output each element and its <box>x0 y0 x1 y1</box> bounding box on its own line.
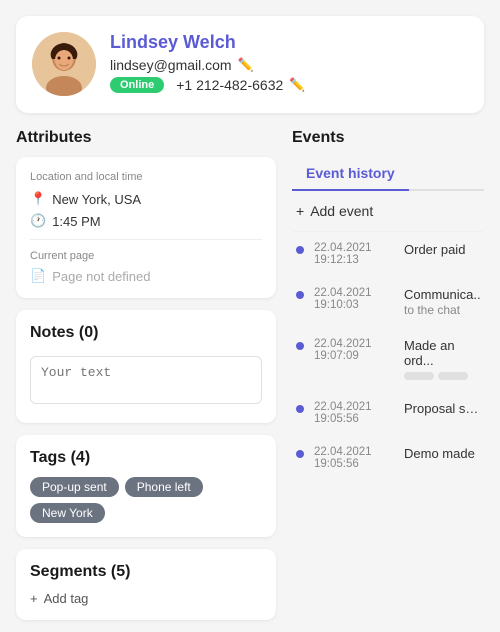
current-page-row: 📄 Page not defined <box>30 268 262 284</box>
avatar <box>32 32 96 96</box>
location-row: 📍 New York, USA <box>30 191 262 207</box>
plus-icon: + <box>30 591 38 606</box>
event-dot-4 <box>296 450 304 458</box>
profile-email: lindsey@gmail.com <box>110 57 232 73</box>
event-pill-b <box>438 372 468 380</box>
edit-phone-icon[interactable]: ✏️ <box>289 77 305 93</box>
event-desc-3: Proposal ser... <box>404 401 480 416</box>
event-pills-2 <box>404 372 480 380</box>
main-layout: Attributes Location and local time 📍 New… <box>16 129 484 632</box>
tag-item-0[interactable]: Pop-up sent <box>30 477 119 497</box>
event-time-1: 22.04.202119:10:03 <box>314 287 394 311</box>
profile-phone-row: Online +1 212-482-6632 ✏️ <box>110 77 468 93</box>
add-event-label: Add event <box>310 203 373 219</box>
profile-card: Lindsey Welch lindsey@gmail.com ✏️ Onlin… <box>16 16 484 113</box>
event-history-tab[interactable]: Event history <box>292 157 409 191</box>
event-time-4: 22.04.202119:05:56 <box>314 446 394 470</box>
event-dot-1 <box>296 291 304 299</box>
time-value: 1:45 PM <box>52 214 100 229</box>
time-row: 🕐 1:45 PM <box>30 213 262 229</box>
event-dot-3 <box>296 405 304 413</box>
event-dot-2 <box>296 342 304 350</box>
tag-item-2[interactable]: New York <box>30 503 105 523</box>
event-time-3: 22.04.202119:05:56 <box>314 401 394 425</box>
online-badge: Online <box>110 77 164 93</box>
profile-section: Lindsey Welch lindsey@gmail.com ✏️ Onlin… <box>32 32 468 97</box>
profile-email-row: lindsey@gmail.com ✏️ <box>110 57 468 73</box>
event-pill-a <box>404 372 434 380</box>
location-subtitle: Location and local time <box>30 171 262 183</box>
location-value: New York, USA <box>52 192 141 207</box>
right-panel: Events Event history + Add event 22.04.2… <box>292 129 484 632</box>
current-page-value: Page not defined <box>52 269 150 284</box>
event-time-0: 22.04.202119:12:13 <box>314 242 394 266</box>
event-list: 22.04.202119:12:13 Order paid 22.04.2021… <box>292 232 484 481</box>
event-item-2: 22.04.202119:07:09 Made an ord... <box>292 328 484 391</box>
edit-email-icon[interactable]: ✏️ <box>238 57 254 73</box>
add-tag-button[interactable]: + Add tag <box>30 591 262 606</box>
notes-card: Notes (0) <box>16 310 276 423</box>
event-item-0: 22.04.202119:12:13 Order paid <box>292 232 484 277</box>
plus-event-icon: + <box>296 203 304 219</box>
event-desc-1: Communica...to the chat <box>404 287 480 317</box>
tags-card: Tags (4) Pop-up sent Phone left New York <box>16 435 276 537</box>
attributes-title: Attributes <box>16 129 276 147</box>
event-desc-4: Demo made <box>404 446 480 461</box>
add-tag-label: Add tag <box>44 591 89 606</box>
event-dot-0 <box>296 246 304 254</box>
events-tabs: Event history <box>292 157 484 191</box>
events-title: Events <box>292 129 484 147</box>
divider <box>30 239 262 240</box>
clock-icon: 🕐 <box>30 213 46 229</box>
segments-card: Segments (5) + Add tag <box>16 549 276 620</box>
event-item-4: 22.04.202119:05:56 Demo made <box>292 436 484 481</box>
segments-title: Segments (5) <box>30 563 262 581</box>
add-event-button[interactable]: + Add event <box>292 191 484 232</box>
profile-phone: +1 212-482-6632 <box>176 77 283 93</box>
event-item-3: 22.04.202119:05:56 Proposal ser... <box>292 391 484 436</box>
notes-title: Notes (0) <box>30 324 262 342</box>
profile-name: Lindsey Welch <box>110 32 468 53</box>
location-icon: 📍 <box>30 191 46 207</box>
current-page-subtitle: Current page <box>30 250 262 262</box>
notes-input[interactable] <box>30 356 262 404</box>
profile-info: Lindsey Welch lindsey@gmail.com ✏️ Onlin… <box>110 32 468 97</box>
event-item-1: 22.04.202119:10:03 Communica...to the ch… <box>292 277 484 328</box>
event-desc-2: Made an ord... <box>404 338 480 380</box>
tags-title: Tags (4) <box>30 449 262 467</box>
event-desc-0: Order paid <box>404 242 480 257</box>
left-panel: Attributes Location and local time 📍 New… <box>16 129 276 632</box>
event-time-2: 22.04.202119:07:09 <box>314 338 394 362</box>
attributes-card: Location and local time 📍 New York, USA … <box>16 157 276 298</box>
tag-item-1[interactable]: Phone left <box>125 477 203 497</box>
page-icon: 📄 <box>30 268 46 284</box>
tag-badges: Pop-up sent Phone left New York <box>30 477 262 523</box>
